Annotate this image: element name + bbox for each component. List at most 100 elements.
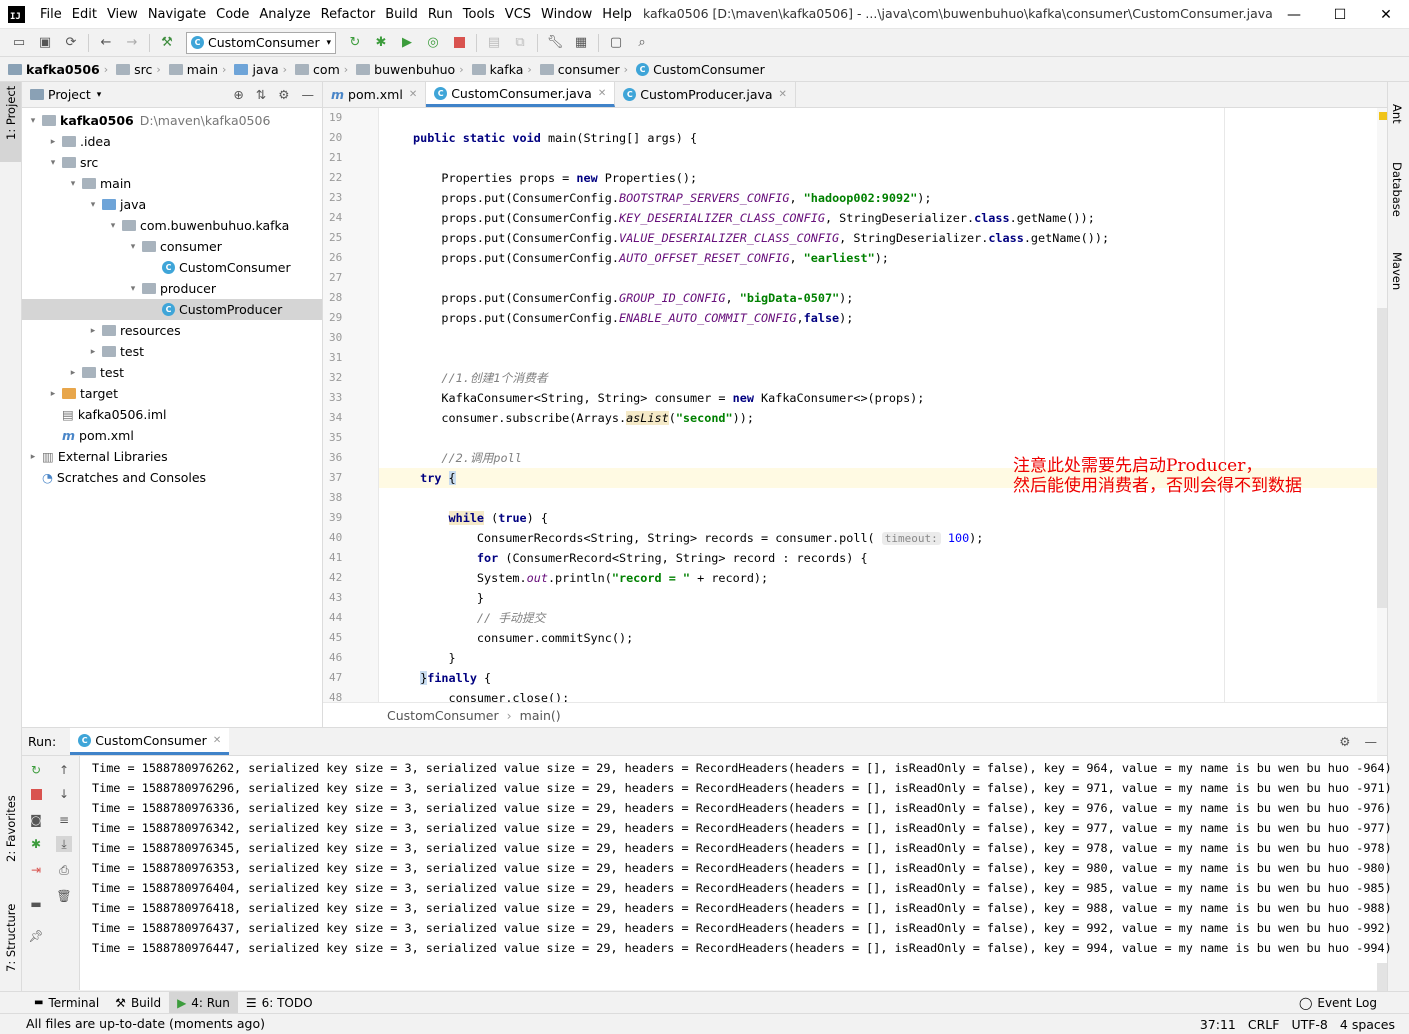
pin-icon[interactable]: 📌︎ — [28, 928, 44, 944]
line-separator[interactable]: CRLF — [1248, 1017, 1280, 1032]
breadcrumb-item[interactable]: kafka › — [471, 62, 540, 77]
run-tool-tab[interactable]: ▶ 4: Run — [169, 991, 238, 1014]
breadcrumb-item[interactable]: src › — [116, 62, 169, 77]
editor-scrollbar[interactable] — [1377, 108, 1387, 702]
close-tab-icon[interactable]: ✕ — [598, 88, 606, 99]
tree-item[interactable]: ▾ com.buwenbuhuo.kafka — [22, 215, 322, 236]
layout-icon[interactable]: ▬ — [28, 896, 44, 912]
build-tab[interactable]: ⚒ Build — [107, 992, 169, 1014]
menu-item-view[interactable]: View — [102, 7, 143, 22]
menu-item-navigate[interactable]: Navigate — [143, 7, 211, 22]
tree-item[interactable]: ▸ test — [22, 362, 322, 383]
menu-item-help[interactable]: Help — [597, 7, 637, 22]
code-editor[interactable]: 19 20 21 22 23 24 25 26 27 28 29 30 31 32 33 34 35 36 37 38… — [323, 108, 1387, 702]
up-arrow-icon[interactable]: ↑ — [56, 762, 72, 778]
menu-item-edit[interactable]: Edit — [67, 7, 102, 22]
expand-arrow-icon[interactable]: ▸ — [26, 452, 40, 462]
close-button[interactable]: ✕ — [1363, 0, 1409, 29]
menu-item-window[interactable]: Window — [536, 7, 597, 22]
tree-item[interactable]: ▾ src — [22, 152, 322, 173]
expand-arrow-icon[interactable]: ▾ — [126, 242, 140, 252]
collapse-all-icon[interactable]: ⇅ — [256, 87, 266, 102]
tree-item[interactable]: ▾ kafka0506 D:\maven\kafka0506 — [22, 110, 322, 131]
ant-tool-tab[interactable]: Ant — [1390, 104, 1404, 124]
menu-item-tools[interactable]: Tools — [458, 7, 500, 22]
trash-icon[interactable]: 🗑︎ — [56, 888, 72, 904]
tree-item[interactable]: C CustomProducer — [22, 299, 322, 320]
tree-item[interactable]: ▸ ▥ External Libraries — [22, 446, 322, 467]
tree-item[interactable]: ▸ .idea — [22, 131, 322, 152]
hide-icon[interactable]: — — [302, 87, 315, 102]
rerun-icon[interactable]: ↻ — [28, 762, 44, 778]
editor-breadcrumb-method[interactable]: main() — [520, 708, 561, 723]
expand-arrow-icon[interactable]: ▸ — [86, 326, 100, 336]
breadcrumb-item[interactable]: kafka0506 › — [8, 62, 116, 77]
minimize-button[interactable]: — — [1271, 0, 1317, 29]
tree-item[interactable]: ▸ test — [22, 341, 322, 362]
editor-breadcrumb-class[interactable]: CustomConsumer — [387, 708, 499, 723]
rerun-icon[interactable]: ↻ — [345, 33, 365, 53]
menu-item-vcs[interactable]: VCS — [500, 7, 536, 22]
back-icon[interactable]: ← — [96, 33, 116, 53]
editor-tab[interactable]: m pom.xml ✕ — [323, 82, 427, 107]
menu-item-build[interactable]: Build — [380, 7, 423, 22]
tree-item[interactable]: ▾ main — [22, 173, 322, 194]
search-icon[interactable]: ⌕ — [632, 33, 652, 53]
profile-icon[interactable]: ◎ — [423, 33, 443, 53]
tree-item[interactable]: m pom.xml — [22, 425, 322, 446]
expand-arrow-icon[interactable]: ▾ — [126, 284, 140, 294]
down-arrow-icon[interactable]: ↓ — [56, 786, 72, 802]
maven-tool-tab[interactable]: Maven — [1390, 252, 1404, 290]
caret-position[interactable]: 37:11 — [1200, 1017, 1236, 1032]
debug-icon[interactable]: ✱ — [371, 33, 391, 53]
console-scrollbar[interactable] — [1377, 963, 1387, 991]
attach-icon[interactable]: ▤ — [484, 33, 504, 53]
camera-icon[interactable]: ◙ — [28, 812, 44, 828]
inspection-status-icon[interactable] — [1379, 112, 1387, 120]
scrollbar-thumb[interactable] — [1377, 308, 1387, 608]
tree-item[interactable]: C CustomConsumer — [22, 257, 322, 278]
menu-item-analyze[interactable]: Analyze — [254, 7, 315, 22]
scroll-to-end-icon[interactable]: ⤓ — [56, 836, 72, 852]
forward-icon[interactable]: → — [122, 33, 142, 53]
expand-arrow-icon[interactable]: ▾ — [46, 158, 60, 168]
chevron-down-icon[interactable]: ▾ — [97, 90, 102, 100]
build-hammer-icon[interactable]: ⚒ — [157, 33, 177, 53]
wrench-settings-icon[interactable]: 🔧︎ — [545, 33, 565, 53]
expand-arrow-icon[interactable]: ▾ — [66, 179, 80, 189]
coverage-icon[interactable]: ▶ — [397, 33, 417, 53]
exit-icon[interactable]: ⇥ — [28, 862, 44, 878]
tree-item[interactable]: ▤ kafka0506.iml — [22, 404, 322, 425]
run-tab[interactable]: C CustomConsumer ✕ — [70, 728, 230, 755]
terminal-tab[interactable]: ▬ Terminal — [26, 992, 107, 1014]
indent-setting[interactable]: 4 spaces — [1340, 1017, 1395, 1032]
structure-tool-tab[interactable]: 7: Structure — [4, 904, 18, 972]
menu-item-code[interactable]: Code — [211, 7, 254, 22]
expand-arrow-icon[interactable]: ▾ — [26, 116, 40, 126]
close-tab-icon[interactable]: ✕ — [409, 89, 417, 100]
run-configuration-select[interactable]: C CustomConsumer ▾ — [186, 31, 336, 54]
presentation-icon[interactable]: ▢ — [606, 33, 626, 53]
expand-arrow-icon[interactable]: ▸ — [46, 137, 60, 147]
expand-arrow-icon[interactable]: ▸ — [66, 368, 80, 378]
open-folder-icon[interactable]: ▭ — [9, 33, 29, 53]
breadcrumb-item[interactable]: main › — [168, 62, 235, 77]
close-tab-icon[interactable]: ✕ — [213, 735, 221, 746]
breadcrumb-item[interactable]: consumer › — [539, 62, 636, 77]
tree-item[interactable]: ▾ java — [22, 194, 322, 215]
stop-icon[interactable] — [28, 786, 44, 802]
breadcrumb-item[interactable]: buwenbuhuo › — [356, 62, 471, 77]
hide-icon[interactable]: — — [1365, 734, 1378, 749]
print-icon[interactable]: ⎙ — [56, 862, 72, 878]
project-tool-tab[interactable]: 1: Project — [4, 86, 18, 140]
expand-arrow-icon[interactable]: ▾ — [86, 200, 100, 210]
menu-item-file[interactable]: File — [35, 7, 67, 22]
gear-icon[interactable]: ⚙ — [1339, 734, 1350, 749]
vcs-icon[interactable]: ⧉ — [510, 33, 530, 53]
close-tab-icon[interactable]: ✕ — [779, 89, 787, 100]
editor-tab[interactable]: C CustomProducer.java ✕ — [615, 82, 796, 107]
editor-tab[interactable]: C CustomConsumer.java ✕ — [426, 82, 616, 107]
tree-item[interactable]: ▸ resources — [22, 320, 322, 341]
intellij-logo-icon[interactable]: IJ — [8, 5, 25, 23]
event-log-tab[interactable]: ◯ Event Log — [1291, 992, 1385, 1014]
